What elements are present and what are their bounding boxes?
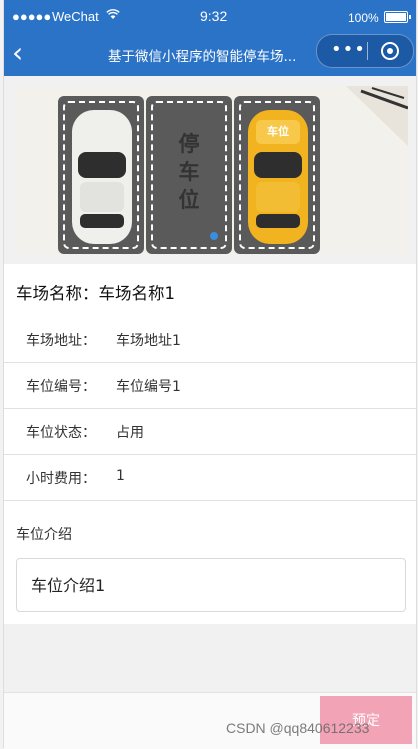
intro-textbox[interactable]: 车位介绍1 [16, 558, 406, 612]
row-value: 1 [116, 468, 125, 484]
detail-row-slot-number: 车位编号： 车位编号1 [4, 362, 416, 409]
battery-icon [384, 11, 411, 23]
nav-bar: ‹ 基于微信小程序的智能停车场... ••• [4, 34, 416, 76]
capsule-divider [367, 42, 368, 60]
parking-lot-name: 车场名称：车场名称1 [16, 280, 175, 304]
row-value: 车位编号1 [116, 379, 181, 395]
wifi-icon [106, 9, 120, 23]
parking-illustration [16, 86, 408, 254]
status-bar: ●●●●● WeChat 9:32 100% [4, 0, 416, 34]
parking-detail-card: 车场名称：车场名称1 车场地址： 车场地址1 车位编号： 车位编号1 车位状态：… [4, 264, 416, 624]
signal-strength-icon: ●●●●● [12, 9, 52, 24]
name-value: 车场名称1 [98, 284, 176, 303]
page-title: 基于微信小程序的智能停车场... [108, 49, 297, 65]
mini-program-capsule: ••• [316, 34, 414, 68]
carousel-indicator-dot[interactable] [210, 232, 218, 240]
battery-percentage: 100% [348, 11, 379, 25]
row-label: 车位状态： [26, 425, 96, 441]
more-dots-icon[interactable]: ••• [331, 39, 366, 60]
close-target-icon[interactable] [381, 42, 399, 60]
slot-label: 停 车 位 [173, 130, 205, 214]
row-label: 车位编号： [26, 379, 96, 395]
back-icon[interactable]: ‹ [12, 38, 36, 70]
intro-text: 车位介绍1 [31, 576, 106, 595]
phone-frame: ●●●●● WeChat 9:32 100% ‹ 基于微信小程序的智能停车场..… [3, 0, 417, 749]
name-label: 车场名称： [16, 284, 99, 303]
parking-banner-carousel[interactable]: 停 车 位 车位 [16, 86, 408, 254]
detail-row-hourly-fee: 小时费用： 1 [4, 454, 416, 501]
detail-row-status: 车位状态： 占用 [4, 408, 416, 455]
slot-char: 位 [178, 188, 200, 212]
taxi-roof-sign: 车位 [267, 125, 289, 138]
slot-char: 车 [178, 160, 200, 184]
row-value: 车场地址1 [116, 333, 181, 349]
slot-char: 停 [178, 132, 200, 156]
row-label: 小时费用： [26, 471, 96, 487]
clock: 9:32 [200, 8, 228, 24]
intro-label: 车位介绍 [16, 527, 72, 543]
carrier-label: WeChat [52, 9, 99, 24]
row-value: 占用 [116, 425, 144, 441]
csdn-watermark: CSDN @qq840612233 [226, 720, 370, 736]
detail-row-address: 车场地址： 车场地址1 [4, 316, 416, 363]
row-label: 车场地址： [26, 333, 96, 349]
